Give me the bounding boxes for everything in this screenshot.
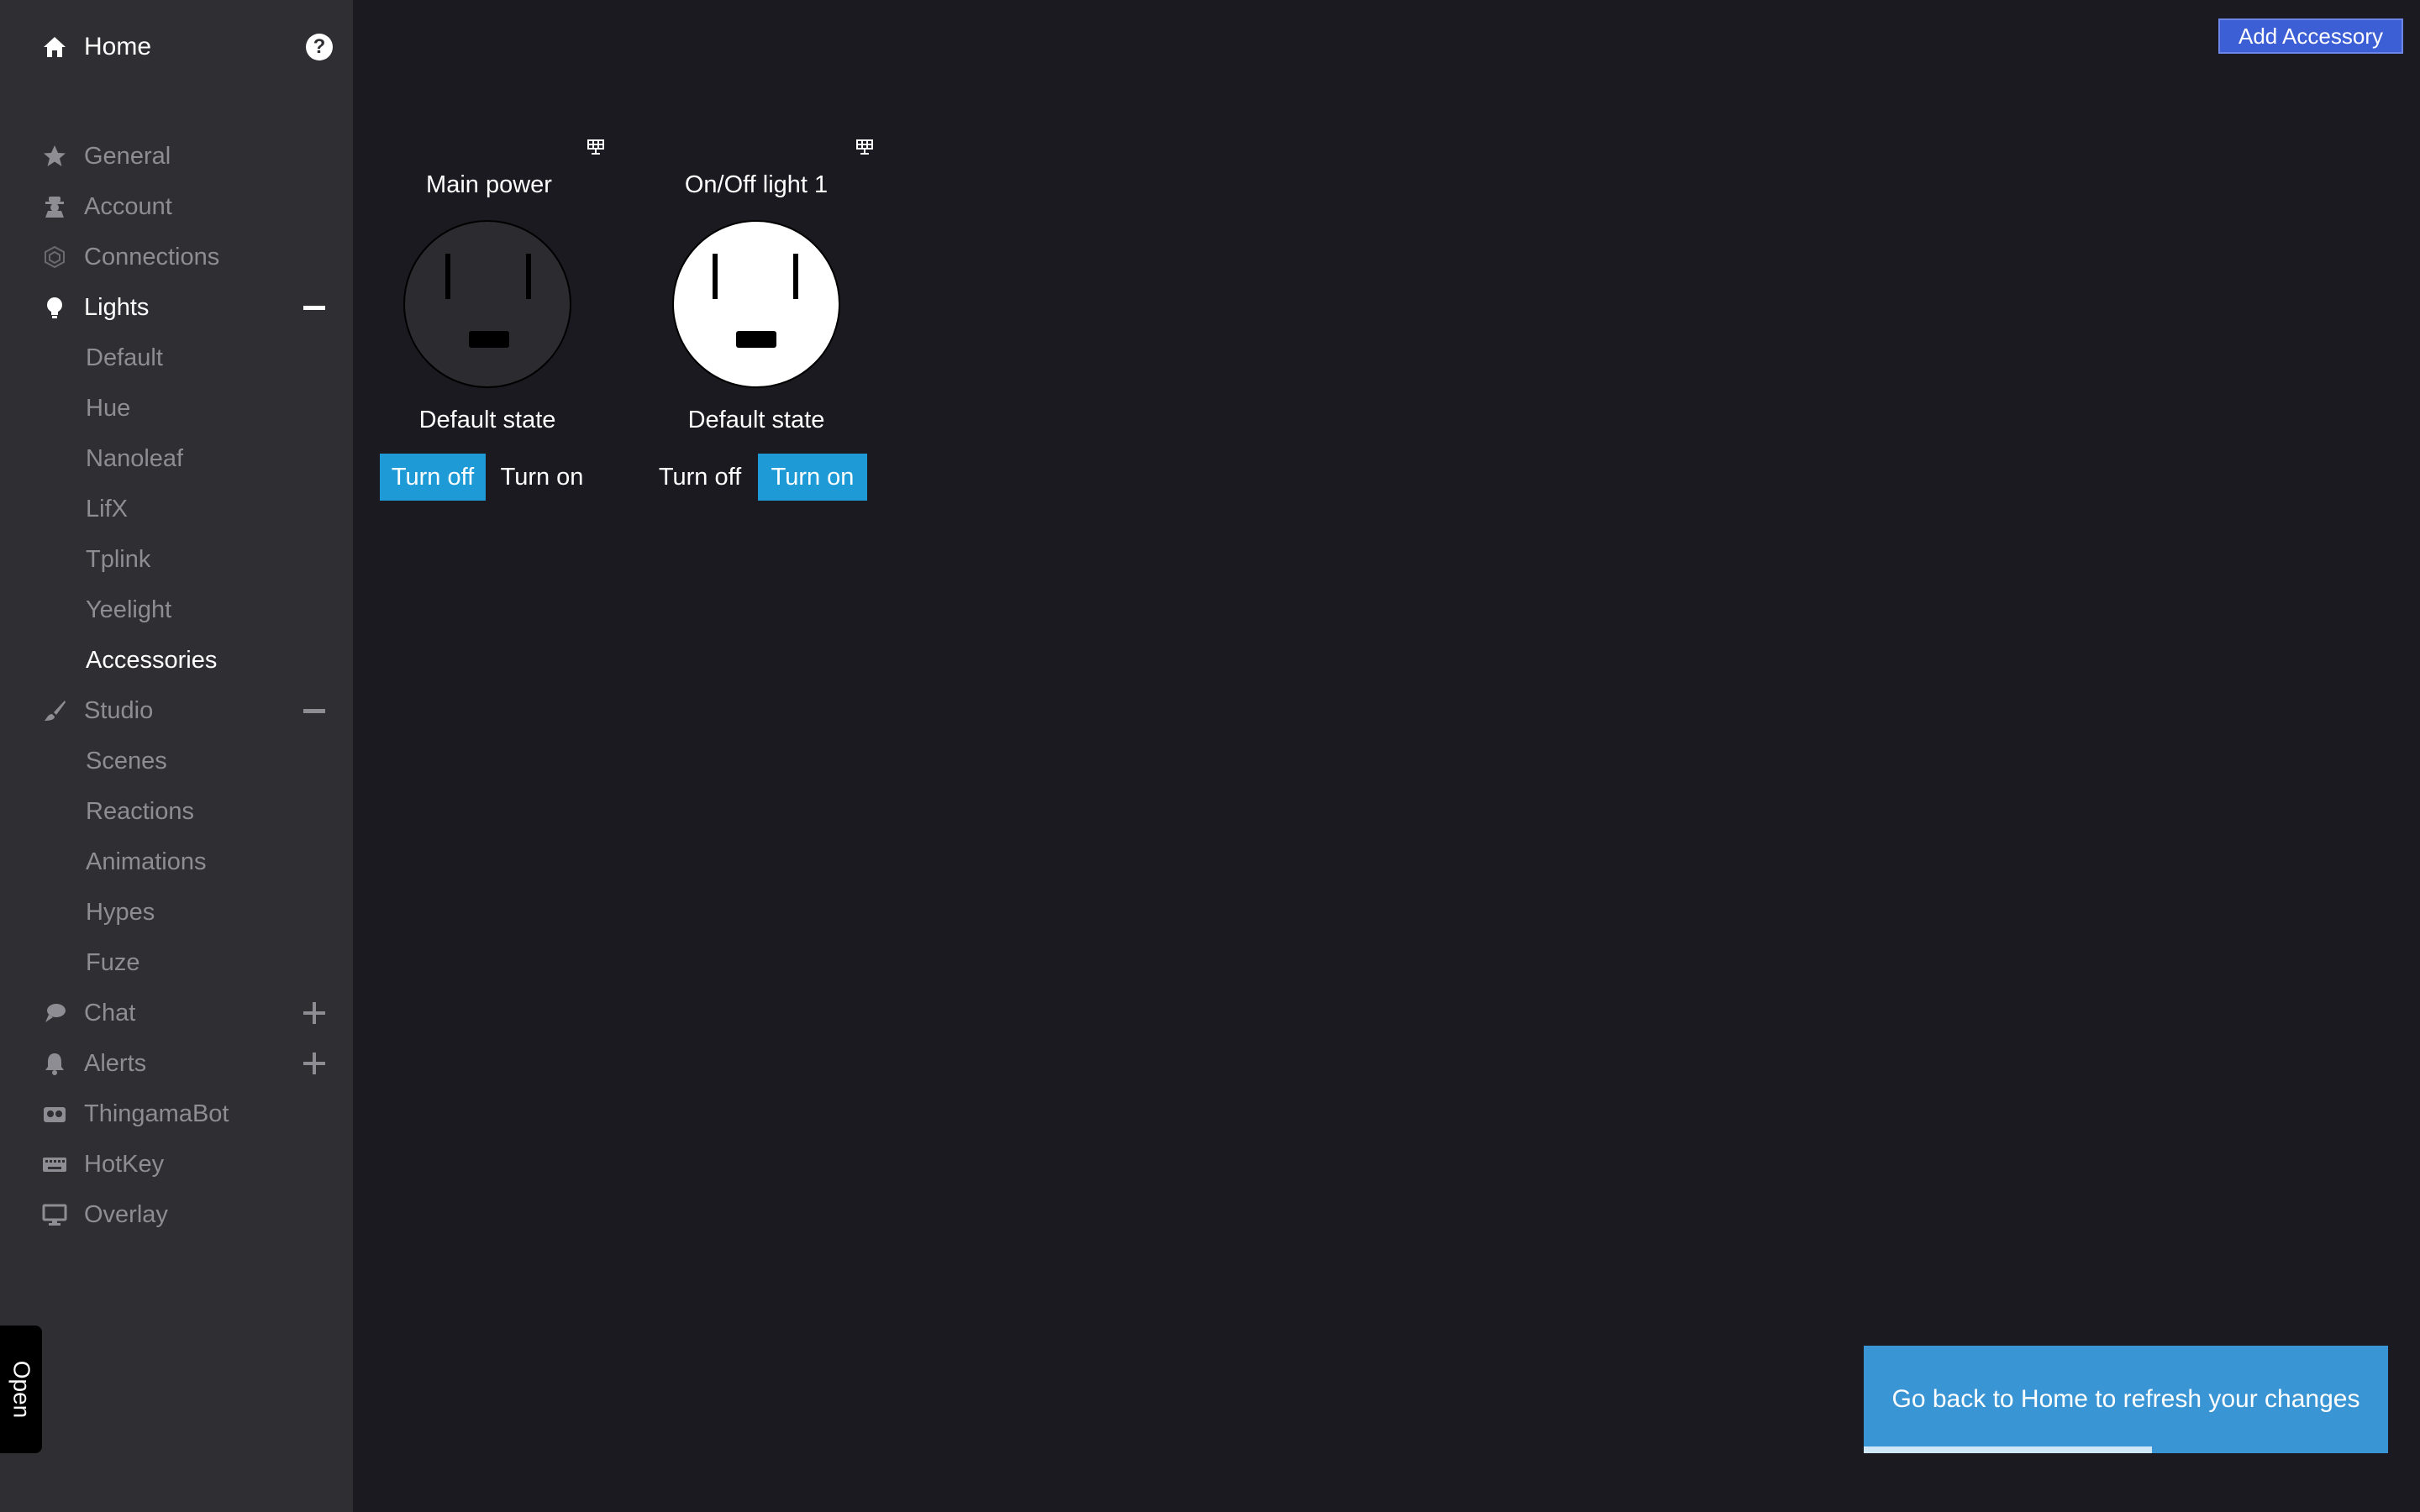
- accessory-name: Main power: [426, 171, 552, 198]
- default-state-label: Default state: [418, 407, 556, 433]
- turn-on-button[interactable]: Turn on: [489, 454, 595, 501]
- sidebar-item-label: Alerts: [84, 1049, 147, 1077]
- plus-icon[interactable]: [296, 1045, 333, 1082]
- accessory-settings-icon[interactable]: [587, 138, 605, 156]
- brush-icon: [40, 696, 69, 725]
- accessory-card-main-power: Main power Default state Turn off Turn o…: [353, 134, 622, 504]
- sidebar-home[interactable]: Home ?: [40, 29, 333, 66]
- sidebar-item-label: HotKey: [84, 1150, 165, 1178]
- sidebar-subitem-scenes[interactable]: Scenes: [86, 743, 167, 780]
- outlet-icon[interactable]: [403, 220, 571, 388]
- help-icon[interactable]: ?: [306, 34, 333, 60]
- sidebar-item-overlay[interactable]: Overlay: [40, 1196, 333, 1233]
- bell-icon: [40, 1049, 69, 1078]
- sidebar-subitem-hypes[interactable]: Hypes: [86, 894, 155, 931]
- sidebar: Home ? General Account Connections Light…: [0, 0, 353, 1512]
- network-icon: [40, 243, 69, 271]
- add-accessory-button[interactable]: Add Accessory: [2218, 18, 2403, 54]
- sidebar-item-label: ThingamaBot: [84, 1100, 229, 1127]
- sidebar-subitem-tplink[interactable]: Tplink: [86, 541, 150, 578]
- keyboard-icon: [40, 1150, 69, 1179]
- default-state-label: Default state: [687, 407, 825, 433]
- outlet-icon[interactable]: [672, 220, 840, 388]
- minus-icon[interactable]: [296, 692, 333, 729]
- sidebar-item-alerts[interactable]: Alerts: [40, 1045, 333, 1082]
- sidebar-item-chat[interactable]: Chat: [40, 995, 333, 1032]
- home-icon: [40, 33, 69, 61]
- sidebar-subitem-accessories[interactable]: Accessories: [86, 642, 217, 679]
- sidebar-item-label: Connections: [84, 243, 220, 270]
- sidebar-subitem-animations[interactable]: Animations: [86, 843, 206, 880]
- sidebar-subitem-fuze[interactable]: Fuze: [86, 944, 139, 981]
- sidebar-subitem-reactions[interactable]: Reactions: [86, 793, 194, 830]
- plus-icon[interactable]: [296, 995, 333, 1032]
- sidebar-item-lights[interactable]: Lights: [40, 289, 333, 326]
- sidebar-item-connections[interactable]: Connections: [40, 239, 333, 276]
- sidebar-subitem-nanoleaf[interactable]: Nanoleaf: [86, 440, 183, 477]
- minus-icon[interactable]: [296, 289, 333, 326]
- lightbulb-icon: [40, 293, 69, 322]
- sidebar-item-label: Account: [84, 192, 172, 220]
- refresh-toast[interactable]: Go back to Home to refresh your changes: [1864, 1346, 2388, 1453]
- accessory-name: On/Off light 1: [684, 171, 829, 198]
- chat-icon: [40, 999, 69, 1027]
- sidebar-item-label: Chat: [84, 999, 136, 1026]
- turn-off-button[interactable]: Turn off: [380, 454, 486, 501]
- accessory-settings-icon[interactable]: [855, 138, 874, 156]
- toast-message: Go back to Home to refresh your changes: [1891, 1385, 2360, 1413]
- sidebar-subitem-lifx[interactable]: LifX: [86, 491, 128, 528]
- sidebar-item-hotkey[interactable]: HotKey: [40, 1146, 333, 1183]
- open-drawer-tab[interactable]: Open: [0, 1326, 42, 1453]
- sidebar-item-label: Lights: [84, 293, 150, 321]
- sidebar-subitem-hue[interactable]: Hue: [86, 390, 130, 427]
- sidebar-item-studio[interactable]: Studio: [40, 692, 333, 729]
- sidebar-item-label: General: [84, 142, 171, 170]
- accessory-card-onoff-light-1: On/Off light 1 Default state Turn off Tu…: [622, 134, 891, 504]
- open-tab-label: Open: [8, 1360, 34, 1419]
- star-icon: [40, 142, 69, 171]
- sidebar-item-label: Studio: [84, 696, 154, 724]
- sidebar-item-label: Overlay: [84, 1200, 168, 1228]
- turn-on-button[interactable]: Turn on: [758, 454, 867, 501]
- sidebar-item-general[interactable]: General: [40, 138, 333, 175]
- user-secret-icon: [40, 192, 69, 221]
- toast-progress-bar: [1864, 1446, 2153, 1453]
- sidebar-item-thingamabot[interactable]: ThingamaBot: [40, 1095, 333, 1132]
- robot-icon: [40, 1100, 69, 1128]
- sidebar-item-account[interactable]: Account: [40, 188, 333, 225]
- turn-off-button[interactable]: Turn off: [647, 454, 753, 501]
- sidebar-subitem-default[interactable]: Default: [86, 339, 163, 376]
- sidebar-home-label: Home: [84, 33, 152, 60]
- sidebar-subitem-yeelight[interactable]: Yeelight: [86, 591, 171, 628]
- monitor-icon: [40, 1200, 69, 1229]
